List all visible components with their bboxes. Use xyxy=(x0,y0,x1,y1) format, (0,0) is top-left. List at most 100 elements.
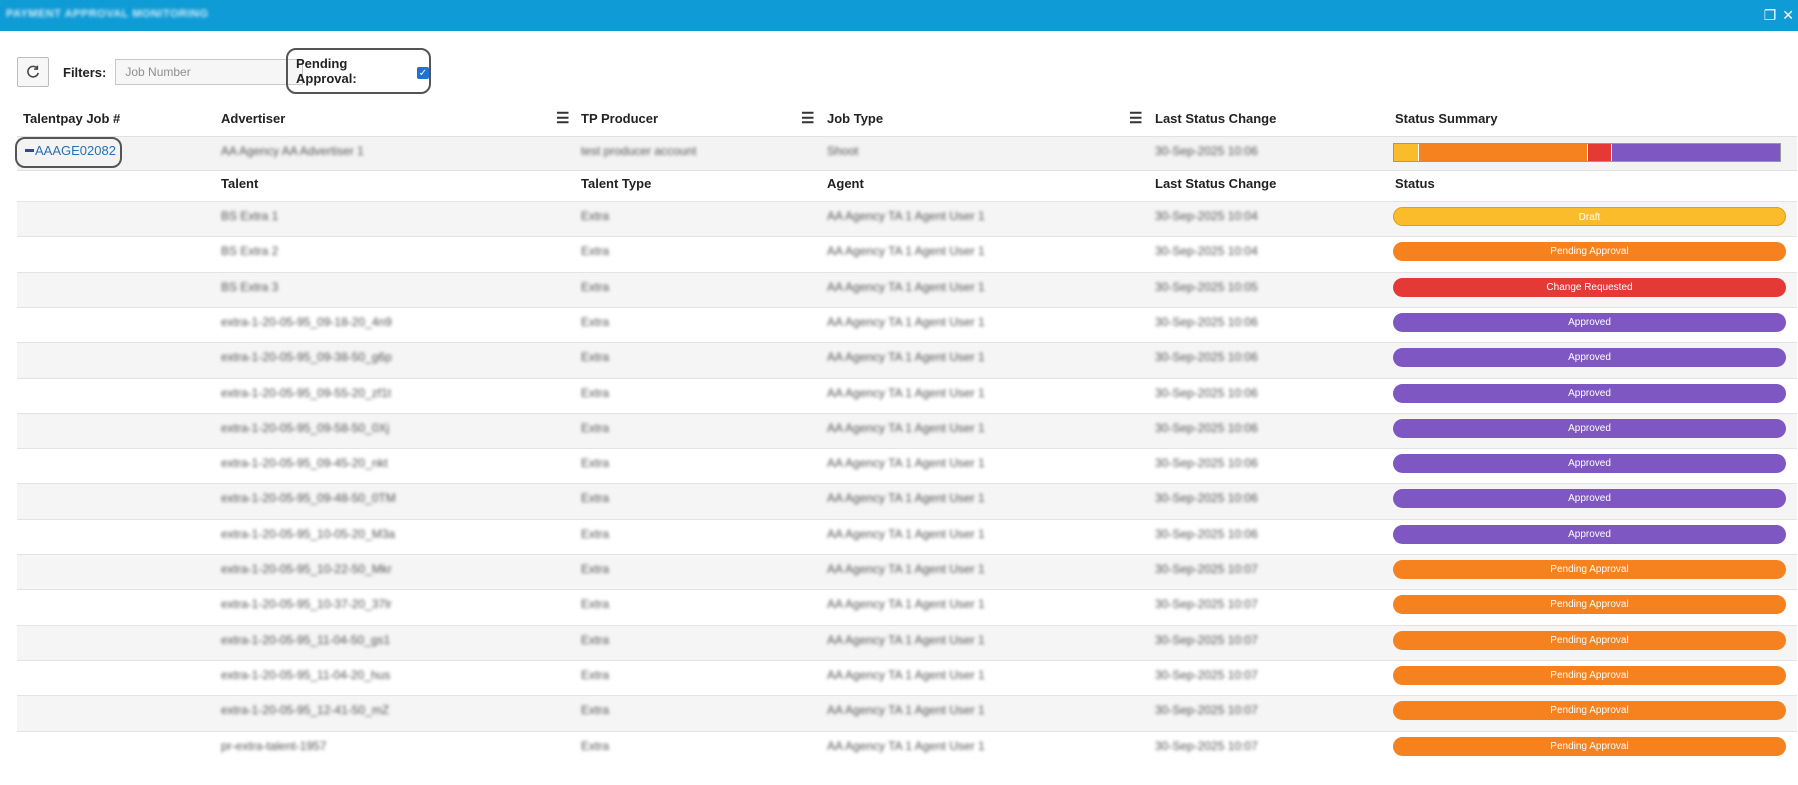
talent-name: extra-1-20-05-95_10-05-20_M3a xyxy=(221,526,396,541)
status-badge: Pending Approval xyxy=(1393,630,1786,650)
col-advertiser[interactable]: Advertiser xyxy=(221,111,285,126)
status-badge: Approved xyxy=(1393,489,1786,509)
job-type: Shoot xyxy=(827,144,859,158)
summary-segment xyxy=(1611,144,1780,161)
status-badge: Approved xyxy=(1393,524,1786,544)
refresh-button[interactable] xyxy=(17,57,49,87)
status-summary-bar xyxy=(1393,143,1781,162)
filter-toolbar: Filters: xyxy=(17,56,304,88)
agent-name: AA Agency TA 1 Agent User 1 xyxy=(827,314,985,329)
summary-segment xyxy=(1394,144,1418,161)
talent-name: extra-1-20-05-95_09-55-20_zf1t xyxy=(221,385,392,400)
column-menu-icon[interactable]: ☰ xyxy=(1129,109,1142,127)
col-sub-last-status-change: Last Status Change xyxy=(1155,176,1277,191)
talent-name: BS Extra 1 xyxy=(221,209,279,223)
window-title: PAYMENT APPROVAL MONITORING xyxy=(6,8,209,20)
talent-type: Extra xyxy=(581,314,610,329)
talent-name: extra-1-20-05-95_09-48-50_0TM xyxy=(221,491,396,506)
last-status-change: 30-Sep-2025 10:04 xyxy=(1155,244,1258,259)
col-tp-producer[interactable]: TP Producer xyxy=(581,111,658,126)
summary-segment xyxy=(1417,144,1587,161)
agent-name: AA Agency TA 1 Agent User 1 xyxy=(827,632,985,647)
agent-name: AA Agency TA 1 Agent User 1 xyxy=(827,385,985,400)
col-status-summary[interactable]: Status Summary xyxy=(1395,111,1498,126)
talent-type: Extra xyxy=(581,385,610,400)
talent-type: Extra xyxy=(581,456,610,471)
agent-name: AA Agency TA 1 Agent User 1 xyxy=(827,279,985,294)
last-status-change: 30-Sep-2025 10:07 xyxy=(1155,738,1258,753)
status-badge: Pending Approval xyxy=(1393,736,1786,756)
agent-name: AA Agency TA 1 Agent User 1 xyxy=(827,350,985,365)
column-menu-icon[interactable]: ☰ xyxy=(556,109,569,127)
column-menu-icon[interactable]: ☰ xyxy=(801,109,814,127)
agent-name: AA Agency TA 1 Agent User 1 xyxy=(827,209,985,223)
col-talent: Talent xyxy=(221,176,259,191)
talent-type: Extra xyxy=(581,667,610,682)
talent-type: Extra xyxy=(581,209,610,223)
col-talentpay-job[interactable]: Talentpay Job # xyxy=(23,111,120,126)
last-status-change: 30-Sep-2025 10:06 xyxy=(1155,491,1258,506)
agent-name: AA Agency TA 1 Agent User 1 xyxy=(827,456,985,471)
restore-icon[interactable]: ❐ xyxy=(1764,7,1777,23)
last-status-change: 30-Sep-2025 10:07 xyxy=(1155,703,1258,718)
agent-name: AA Agency TA 1 Agent User 1 xyxy=(827,738,985,753)
talent-name: BS Extra 3 xyxy=(221,279,279,294)
talent-name: extra-1-20-05-95_09-58-50_0Xj xyxy=(221,420,390,435)
agent-name: AA Agency TA 1 Agent User 1 xyxy=(827,526,985,541)
talent-type: Extra xyxy=(581,244,610,259)
status-badge: Draft xyxy=(1393,207,1786,226)
collapse-icon[interactable] xyxy=(25,149,34,152)
job-producer: test producer account xyxy=(581,144,697,158)
last-status-change: 30-Sep-2025 10:07 xyxy=(1155,632,1258,647)
col-status: Status xyxy=(1395,176,1435,191)
talent-name: extra-1-20-05-95_09-18-20_4n9 xyxy=(221,314,392,329)
status-badge: Pending Approval xyxy=(1393,242,1786,262)
job-number-input[interactable] xyxy=(115,59,304,85)
last-status-change: 30-Sep-2025 10:06 xyxy=(1155,314,1258,329)
status-badge: Approved xyxy=(1393,454,1786,474)
talent-type: Extra xyxy=(581,491,610,506)
last-status-change: 30-Sep-2025 10:06 xyxy=(1155,420,1258,435)
agent-name: AA Agency TA 1 Agent User 1 xyxy=(827,667,985,682)
talent-name: extra-1-20-05-95_10-22-50_Mkr xyxy=(221,562,392,576)
last-status-change: 30-Sep-2025 10:06 xyxy=(1155,456,1258,471)
last-status-change: 30-Sep-2025 10:06 xyxy=(1155,385,1258,400)
talent-name: extra-1-20-05-95_12-41-50_mZ xyxy=(221,703,390,718)
talent-name: extra-1-20-05-95_11-04-50_gs1 xyxy=(221,632,391,647)
job-last-status-change: 30-Sep-2025 10:06 xyxy=(1155,144,1258,158)
last-status-change: 30-Sep-2025 10:06 xyxy=(1155,526,1258,541)
agent-name: AA Agency TA 1 Agent User 1 xyxy=(827,491,985,506)
talent-type: Extra xyxy=(581,738,610,753)
last-status-change: 30-Sep-2025 10:07 xyxy=(1155,667,1258,682)
agent-name: AA Agency TA 1 Agent User 1 xyxy=(827,244,985,259)
status-badge: Approved xyxy=(1393,348,1786,368)
talent-name: extra-1-20-05-95_11-04-20_hus xyxy=(221,667,391,682)
agent-name: AA Agency TA 1 Agent User 1 xyxy=(827,597,985,612)
col-job-type[interactable]: Job Type xyxy=(827,111,883,126)
status-badge: Approved xyxy=(1393,418,1786,438)
talent-name: extra-1-20-05-95_10-37-20_37lr xyxy=(221,597,392,612)
job-number-link[interactable]: AAAGE02082 xyxy=(25,143,116,158)
last-status-change: 30-Sep-2025 10:06 xyxy=(1155,350,1258,365)
status-badge: Approved xyxy=(1393,383,1786,403)
refresh-icon xyxy=(27,65,40,78)
talent-type: Extra xyxy=(581,562,610,576)
talent-name: extra-1-20-05-95_09-38-50_g6p xyxy=(221,350,392,365)
col-agent: Agent xyxy=(827,176,864,191)
talent-type: Extra xyxy=(581,350,610,365)
talent-type: Extra xyxy=(581,703,610,718)
last-status-change: 30-Sep-2025 10:05 xyxy=(1155,279,1258,294)
pending-approval-checkbox[interactable]: ✓ xyxy=(417,67,429,79)
col-talent-type: Talent Type xyxy=(581,176,652,191)
pending-approval-label: Pending Approval: xyxy=(296,56,357,86)
talent-name: pr-extra-talent-1957 xyxy=(221,738,327,753)
job-advertiser: AA Agency AA Advertiser 1 xyxy=(221,144,364,158)
job-number[interactable]: AAAGE02082 xyxy=(35,143,116,158)
col-last-status-change[interactable]: Last Status Change xyxy=(1155,111,1276,126)
talent-name: extra-1-20-05-95_09-45-20_nkt xyxy=(221,456,388,471)
agent-name: AA Agency TA 1 Agent User 1 xyxy=(827,420,985,435)
close-icon[interactable]: ✕ xyxy=(1782,7,1794,23)
talent-type: Extra xyxy=(581,597,610,612)
last-status-change: 30-Sep-2025 10:07 xyxy=(1155,597,1258,612)
status-badge: Change Requested xyxy=(1393,277,1786,297)
